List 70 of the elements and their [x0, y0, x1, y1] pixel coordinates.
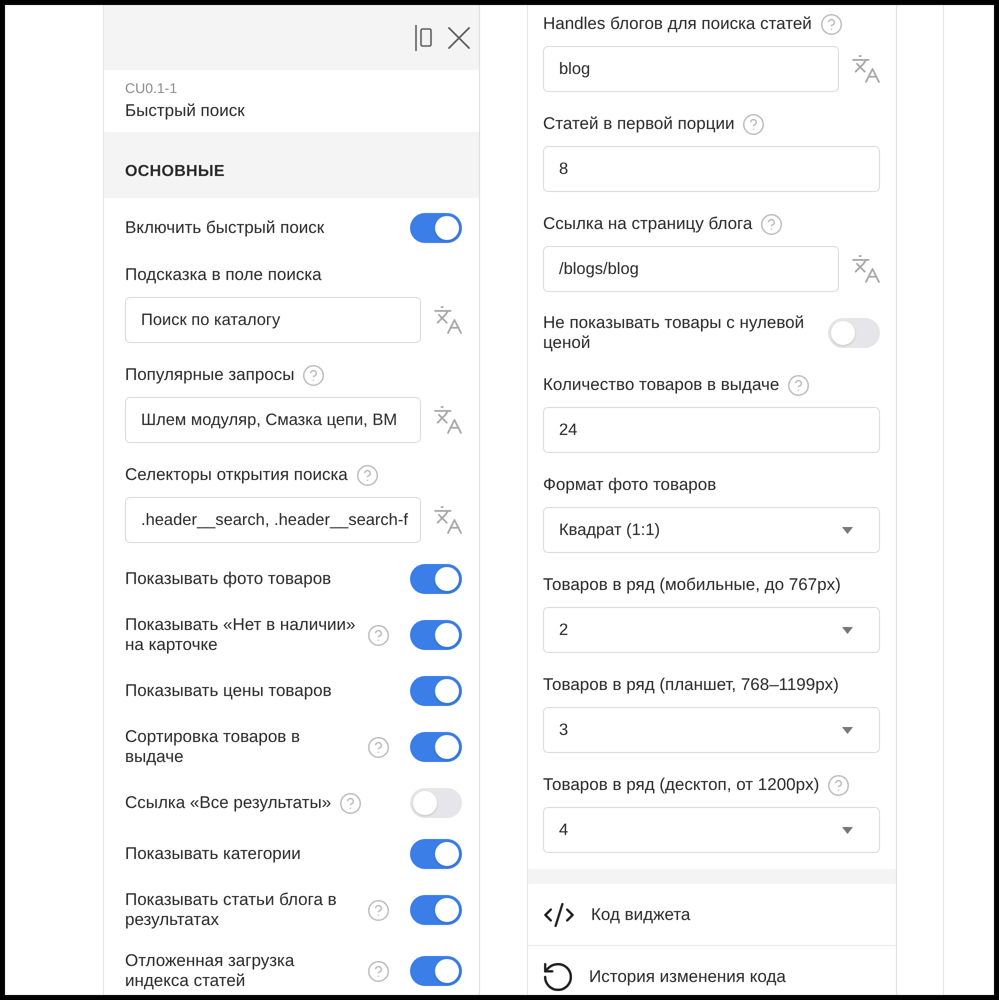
help-icon[interactable]: [820, 14, 842, 34]
panel-icon[interactable]: [415, 24, 432, 50]
translate-icon[interactable]: [852, 255, 880, 283]
widget-code: CU0.1-1: [125, 80, 178, 96]
setting-label: Показывать фото товаров: [125, 569, 332, 589]
toggle-switch[interactable]: [410, 676, 462, 706]
setting-label: Не показывать товары с нулевой ценой: [543, 313, 806, 353]
dropdown-select[interactable]: 4: [543, 807, 880, 853]
toggle-switch[interactable]: [410, 732, 462, 762]
setting-label: Сортировка товаров в выдаче: [125, 727, 302, 767]
toggle-switch[interactable]: [410, 956, 462, 986]
counterclockwise-arrow-icon: [544, 962, 572, 990]
caret-icon: [842, 526, 853, 534]
toggle-switch[interactable]: [410, 839, 462, 869]
text-input[interactable]: blog: [543, 46, 839, 92]
text-input[interactable]: 24: [543, 407, 880, 453]
help-icon[interactable]: [743, 114, 764, 134]
text-input[interactable]: Поиск по каталогу: [125, 297, 421, 343]
toggle-switch[interactable]: [410, 620, 462, 650]
help-icon[interactable]: [356, 464, 378, 486]
field-label: Подсказка в поле поиска: [125, 265, 322, 285]
setting-label: Показывать «Нет в наличии» на карточке: [125, 615, 356, 655]
field-label: Handles блогов для поиска статей: [543, 14, 812, 34]
help-icon[interactable]: [303, 364, 324, 386]
widget-title: Быстрый поиск: [125, 101, 246, 121]
field-label: Количество товаров в выдаче: [543, 375, 780, 395]
caret-icon: [842, 626, 853, 634]
toggle-switch[interactable]: [410, 788, 462, 818]
field-label: Статей в первой порции: [543, 114, 734, 134]
help-icon[interactable]: [368, 900, 389, 920]
text-input[interactable]: Шлем модуляр, Смазка цепи, BM: [125, 397, 421, 443]
setting-label: Показывать цены товаров: [125, 681, 332, 701]
code-icon: [544, 902, 574, 926]
field-label: Товаров в ряд (мобильные, до 767px): [543, 575, 841, 595]
setting-label: Отложенная загрузка индекса статей: [125, 951, 296, 991]
toggle-switch[interactable]: [410, 895, 462, 925]
help-icon[interactable]: [368, 736, 389, 758]
help-icon[interactable]: [761, 214, 782, 234]
field-label: Ссылка на страницу блога: [543, 214, 752, 234]
help-icon[interactable]: [340, 792, 362, 814]
field-label: Товаров в ряд (планшет, 768–1199px): [543, 675, 839, 695]
help-icon[interactable]: [368, 624, 389, 646]
dropdown-select[interactable]: Квадрат (1:1): [543, 507, 880, 553]
text-input[interactable]: .header__search, .header__search-f: [125, 497, 421, 543]
translate-icon[interactable]: [434, 406, 462, 434]
dropdown-select[interactable]: 2: [543, 607, 880, 653]
field-label: Селекторы открытия поиска: [125, 465, 348, 485]
translate-icon[interactable]: [434, 506, 462, 534]
close-icon[interactable]: [448, 26, 470, 48]
setting-label: Включить быстрый поиск: [125, 218, 324, 238]
section-title: ОСНОВНЫЕ: [125, 162, 225, 182]
setting-label: Показывать статьи блога в результатах: [125, 890, 338, 930]
translate-icon[interactable]: [852, 55, 880, 83]
help-icon[interactable]: [828, 774, 850, 796]
field-label: Формат фото товаров: [543, 475, 716, 495]
caret-icon: [842, 726, 853, 734]
help-icon[interactable]: [368, 960, 389, 982]
toggle-switch[interactable]: [410, 213, 462, 243]
field-label: Популярные запросы: [125, 365, 294, 385]
help-icon[interactable]: [788, 374, 810, 396]
toggle-switch[interactable]: [410, 564, 462, 594]
text-input[interactable]: /blogs/blog: [543, 246, 839, 292]
setting-label: Ссылка «Все результаты»: [125, 793, 332, 813]
field-label: Товаров в ряд (десктоп, от 1200px): [543, 775, 820, 795]
dropdown-select[interactable]: 3: [543, 707, 880, 753]
setting-label: Показывать категории: [125, 844, 301, 864]
translate-icon[interactable]: [434, 306, 462, 334]
text-input[interactable]: 8: [543, 146, 880, 192]
caret-icon: [842, 826, 853, 834]
toggle-switch[interactable]: [828, 318, 880, 348]
